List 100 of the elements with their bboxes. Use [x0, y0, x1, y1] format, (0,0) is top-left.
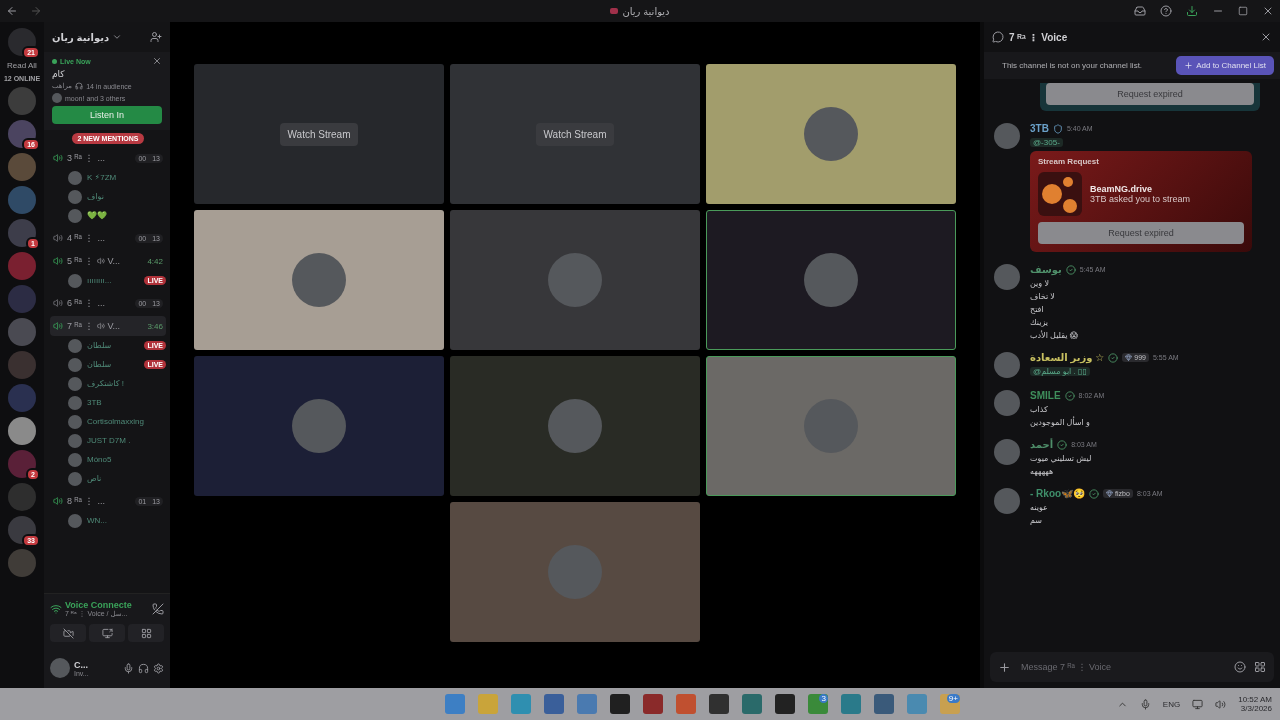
headphones-icon[interactable]	[138, 662, 149, 674]
mention[interactable]: @ابو مسلم . ▯▯	[1030, 367, 1090, 376]
message-composer[interactable]: Message 7 ᴿᵃ ⋮ Voice	[990, 652, 1274, 682]
close-icon[interactable]	[1260, 31, 1272, 43]
message-text: يقليل الأدب 😱	[1030, 331, 1079, 340]
inbox-icon[interactable]	[1134, 5, 1146, 17]
voice-user[interactable]: كاشتكرف !	[50, 374, 166, 393]
voice-user[interactable]: 3TB	[50, 393, 166, 412]
voice-user[interactable]: نواف	[50, 187, 166, 206]
author-name[interactable]: يوسف	[1030, 264, 1062, 275]
emoji-icon[interactable]	[1234, 661, 1246, 673]
participant-tile[interactable]	[194, 210, 444, 350]
avatar	[68, 208, 82, 223]
voice-user[interactable]: 💚💚	[50, 206, 166, 225]
settings-icon[interactable]	[153, 662, 164, 674]
participant-tile[interactable]: Watch Stream	[450, 64, 700, 204]
clock[interactable]: 10:52 AM 3/3/2026	[1238, 695, 1272, 713]
share-screen-button[interactable]	[89, 624, 125, 642]
close-icon[interactable]	[152, 56, 162, 66]
microphone-icon[interactable]	[1139, 698, 1151, 710]
author-name[interactable]: SMILE	[1030, 390, 1061, 401]
screen-share-icon	[101, 627, 113, 639]
disconnect-icon[interactable]	[152, 603, 164, 615]
notification-badge: 9+	[946, 694, 960, 703]
participant-tile[interactable]	[450, 210, 700, 350]
channel-status: ...	[97, 153, 106, 163]
taskbar-app-icon[interactable]: 3	[807, 694, 828, 714]
mention[interactable]: @-305-	[1030, 138, 1063, 147]
taskbar-app-icon[interactable]	[774, 694, 795, 714]
listen-in-button[interactable]: Listen In	[52, 106, 162, 124]
participant-tile[interactable]: Watch Stream	[194, 64, 444, 204]
avatar	[548, 253, 602, 307]
voice-user[interactable]: ناص	[50, 469, 166, 488]
voice-user[interactable]: Móno5	[50, 450, 166, 469]
participant-tile[interactable]	[194, 356, 444, 496]
voice-user[interactable]: JUST D7M .	[50, 431, 166, 450]
microphone-icon[interactable]	[123, 662, 134, 674]
participant-tile[interactable]	[706, 356, 956, 496]
author-name[interactable]: وزير السعادة ☆	[1030, 352, 1105, 363]
avatar	[68, 189, 82, 204]
help-icon[interactable]	[1160, 5, 1172, 17]
avatar	[68, 170, 82, 185]
download-icon[interactable]	[1186, 5, 1198, 17]
language-indicator[interactable]: ENG	[1162, 699, 1181, 709]
avatar	[804, 253, 858, 307]
channel-status: ...	[97, 496, 106, 506]
author-name[interactable]: أحمد	[1030, 439, 1054, 450]
message-text: هههههه	[1030, 467, 1054, 476]
plus-icon[interactable]	[998, 660, 1011, 674]
user-name: C...	[74, 659, 89, 670]
avatar	[994, 488, 1020, 514]
voice-user[interactable]: WN...	[50, 511, 166, 530]
maximize-icon[interactable]	[1238, 6, 1248, 16]
participant-tile[interactable]	[706, 64, 956, 204]
avatar	[292, 399, 346, 453]
taskbar-app-icon[interactable]	[642, 694, 663, 714]
request-expired-button[interactable]: Request expired	[1046, 83, 1254, 105]
display-icon[interactable]	[1192, 698, 1204, 710]
watch-stream-button[interactable]: Watch Stream	[279, 122, 359, 146]
grid-icon	[140, 627, 152, 639]
back-arrow-icon[interactable]	[6, 5, 18, 17]
forward-arrow-icon[interactable]	[30, 5, 42, 17]
server-name[interactable]: ديوانية ريان	[52, 31, 123, 43]
voice-channel[interactable]: 7 ᴿᵃ ⋮ V... 3:46	[50, 316, 166, 336]
author-name[interactable]: 3TB	[1030, 123, 1049, 134]
activities-button[interactable]	[128, 624, 164, 642]
taskbar-app-icon[interactable]	[873, 694, 894, 714]
read-all-link[interactable]: Read All	[7, 61, 37, 70]
close-icon[interactable]	[1262, 5, 1274, 17]
camera-button[interactable]	[50, 624, 86, 642]
volume-icon[interactable]	[1215, 698, 1227, 710]
camera-off-icon	[62, 627, 74, 639]
apps-icon[interactable]	[1254, 661, 1266, 673]
author-name[interactable]: - Rkoo🦋🥺	[1030, 488, 1086, 499]
message-text: و اسأل الموجودين	[1030, 418, 1090, 427]
message-text: ليش تسليني ميوت	[1030, 454, 1092, 463]
server-icon[interactable]	[8, 417, 36, 445]
message-input[interactable]: Message 7 ᴿᵃ ⋮ Voice	[1019, 661, 1226, 673]
voice-channel[interactable]: 5 ᴿᵃ ⋮ V... 4:42	[50, 251, 166, 271]
participant-tile[interactable]	[706, 210, 956, 350]
avatar	[68, 395, 82, 410]
participant-tile[interactable]	[450, 356, 700, 496]
avatar	[68, 513, 82, 528]
request-expired-button[interactable]: Request expired	[1038, 222, 1244, 244]
message-text: سم	[1030, 516, 1043, 525]
avatar	[994, 123, 1020, 149]
voice-user[interactable]: K ⚡7ZM	[50, 168, 166, 187]
voice-user[interactable]: Cortisolmaxxing	[50, 412, 166, 431]
taskbar-app-icon[interactable]	[708, 694, 729, 714]
watch-stream-button[interactable]: Watch Stream	[535, 122, 615, 146]
speaker-icon	[97, 257, 106, 265]
taskbar-app-icon[interactable]: 9+	[939, 694, 960, 714]
participant-tile[interactable]	[450, 502, 700, 642]
add-user-icon[interactable]	[150, 31, 162, 43]
avatar	[994, 352, 1020, 378]
app-name: BeamNG.drive	[1090, 184, 1154, 194]
channel-status: V...	[97, 256, 144, 266]
channel-status: V...	[97, 321, 144, 331]
taskbar-app-icon[interactable]	[609, 694, 630, 714]
add-to-channel-list-button[interactable]: Add to Channel List	[1176, 56, 1274, 75]
